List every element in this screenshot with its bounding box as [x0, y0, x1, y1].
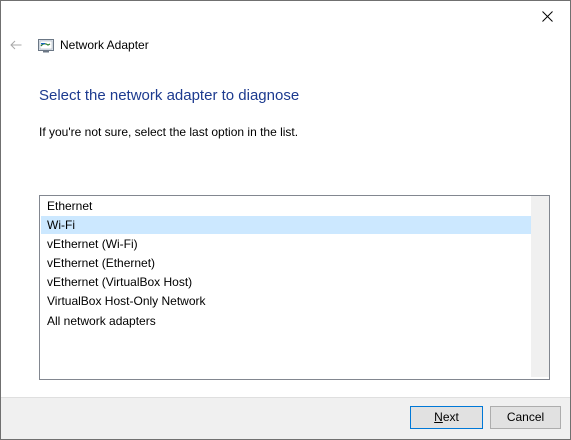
adapter-list-item[interactable]: vEthernet (VirtualBox Host): [41, 273, 534, 291]
close-icon: [541, 11, 553, 22]
page-heading: Select the network adapter to diagnose: [39, 87, 300, 104]
cancel-button[interactable]: Cancel: [490, 406, 561, 429]
wizard-window: Network Adapter Select the network adapt…: [0, 0, 571, 440]
wizard-title: Network Adapter: [60, 38, 149, 52]
back-button[interactable]: [5, 33, 27, 57]
adapter-list-item[interactable]: vEthernet (Ethernet): [41, 254, 534, 272]
adapter-list-item[interactable]: vEthernet (Wi-Fi): [41, 235, 534, 253]
next-button-label: Next: [434, 410, 459, 424]
wizard-nav-row: Network Adapter: [1, 32, 570, 60]
close-button[interactable]: [524, 1, 570, 32]
wizard-footer: Next Cancel: [1, 397, 570, 439]
adapter-list-item[interactable]: All network adapters: [41, 312, 534, 330]
title-bar: [1, 1, 570, 32]
adapter-listbox[interactable]: Ethernet Wi-Fi vEthernet (Wi-Fi) vEthern…: [39, 195, 550, 380]
back-arrow-icon: [10, 40, 22, 50]
adapter-list-item-selected[interactable]: Wi-Fi: [41, 216, 534, 234]
instruction-text: If you're not sure, select the last opti…: [39, 125, 299, 139]
network-adapter-icon: [38, 39, 54, 53]
adapter-list-item[interactable]: Ethernet: [41, 197, 534, 215]
listbox-scrollbar[interactable]: [531, 196, 549, 377]
next-button[interactable]: Next: [410, 406, 483, 429]
adapter-list-item[interactable]: VirtualBox Host-Only Network: [41, 292, 534, 310]
